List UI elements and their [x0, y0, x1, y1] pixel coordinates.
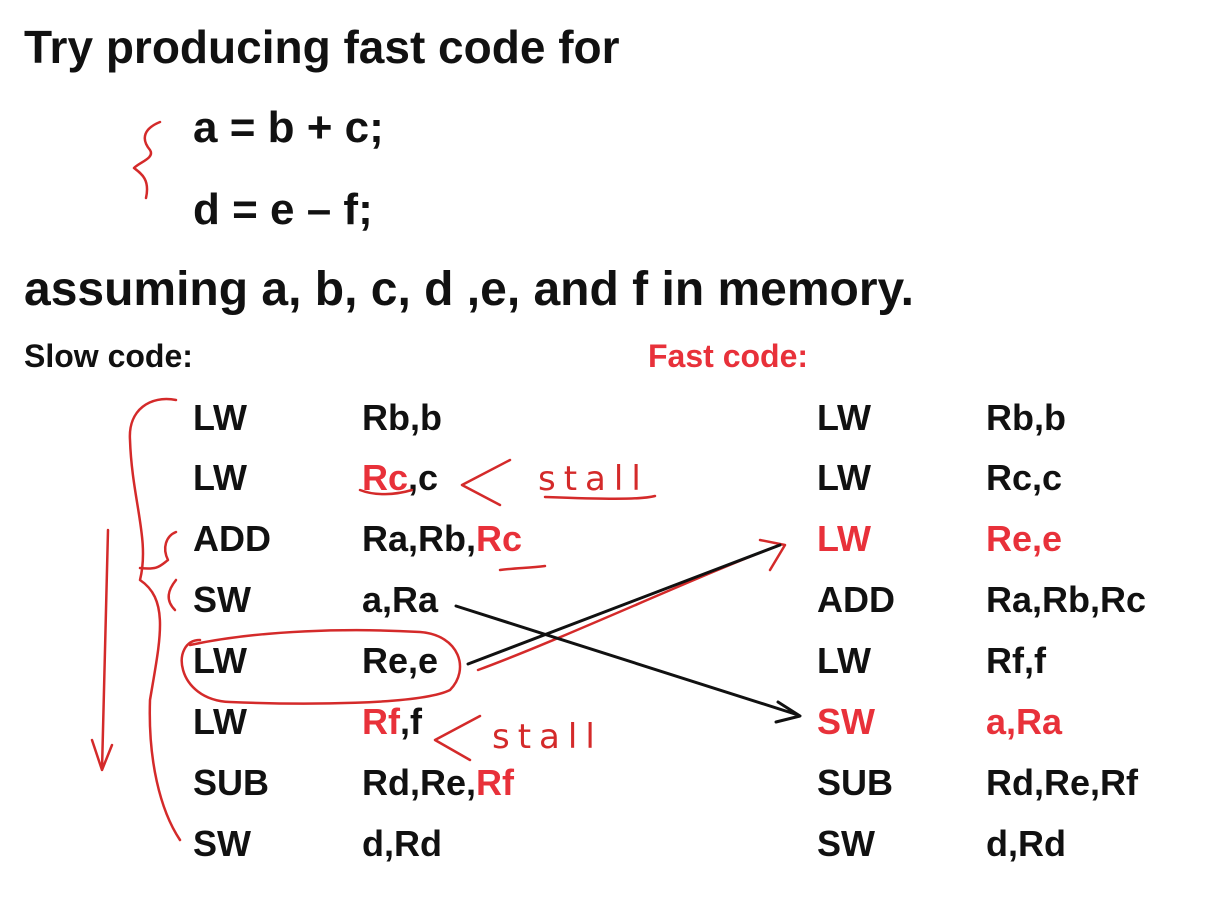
handwritten-annotations: stall stall — [90, 120, 802, 842]
brace-large-icon — [128, 397, 182, 842]
black-line-icon — [466, 543, 782, 666]
underline-rc-2 — [498, 564, 547, 572]
stall-note-1: stall — [538, 459, 649, 499]
brace-inner2-icon — [167, 578, 178, 612]
stall-arrow-1-icon — [460, 458, 512, 507]
down-arrow-icon — [90, 528, 114, 772]
brace-small-icon — [132, 120, 162, 200]
black-arrow-icon — [454, 604, 802, 724]
stall-arrow-2-icon — [433, 714, 482, 762]
underline-rc-1 — [358, 488, 414, 496]
stall-note-2: stall — [492, 717, 603, 757]
brace-inner-icon — [138, 530, 178, 570]
circle-lw-re-icon — [180, 628, 462, 705]
